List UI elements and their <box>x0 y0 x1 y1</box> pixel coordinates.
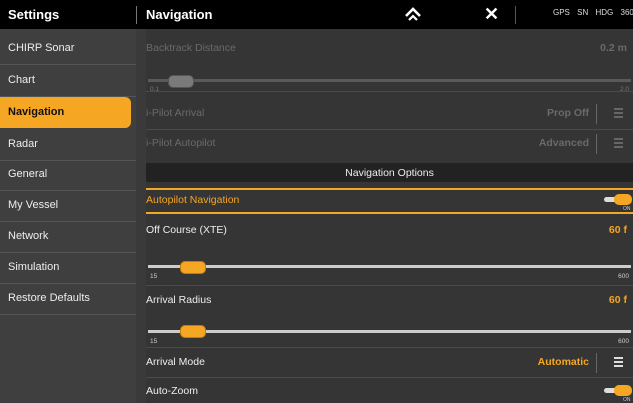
sidebar-item-label: Simulation <box>8 261 60 273</box>
menu-icon[interactable] <box>614 108 626 118</box>
sidebar-item-network[interactable]: Network <box>0 221 136 253</box>
arrival-mode-value: Automatic <box>537 356 589 368</box>
sidebar-item-navigation[interactable]: Navigation <box>0 97 131 128</box>
header-divider-2 <box>515 6 516 24</box>
row-divider <box>596 134 597 154</box>
sidebar-item-label: My Vessel <box>8 199 59 211</box>
arrival-radius-label: Arrival Radius <box>146 294 212 306</box>
arrival-radius-row: Arrival Radius 60 f 15 600 <box>146 285 633 348</box>
autopilot-navigation-toggle[interactable]: ON <box>604 194 632 212</box>
top-bar: Settings Navigation ✕ GPS SN HDG 360 ● <box>0 0 633 29</box>
arrival-radius-min: 15 <box>150 338 158 345</box>
backtrack-max: 2.0 <box>619 86 629 93</box>
autopilot-navigation-row[interactable]: Autopilot Navigation ON <box>146 190 633 212</box>
off-course-slider-thumb[interactable] <box>180 261 206 274</box>
sidebar-item-simulation[interactable]: Simulation <box>0 252 136 284</box>
sonar-icon: SN <box>577 8 589 17</box>
ipilot-autopilot-label: i-Pilot Autopilot <box>146 137 216 149</box>
sidebar-item-my-vessel[interactable]: My Vessel <box>0 190 136 222</box>
sidebar-item-chirp-sonar[interactable]: CHIRP Sonar <box>0 33 136 65</box>
backtrack-slider-thumb[interactable] <box>168 75 194 88</box>
arrival-radius-max: 600 <box>618 338 629 345</box>
home-icon[interactable] <box>403 5 423 23</box>
off-course-label: Off Course (XTE) <box>146 224 227 236</box>
sidebar-item-label: CHIRP Sonar <box>8 42 75 54</box>
close-icon[interactable]: ✕ <box>484 4 499 24</box>
sidebar-item-label: Restore Defaults <box>8 292 90 304</box>
360-icon: 360 <box>620 8 633 17</box>
toggle-on-label: ON <box>623 397 631 403</box>
sidebar: CHIRP Sonar Chart Navigation Radar Gener… <box>0 29 136 403</box>
arrival-mode-label: Arrival Mode <box>146 356 205 368</box>
section-header: Navigation Options <box>146 163 633 182</box>
menu-icon[interactable] <box>614 138 626 148</box>
heading-icon: HDG <box>595 8 614 17</box>
section-title: Navigation Options <box>345 167 434 179</box>
sidebar-item-label: Chart <box>8 74 35 86</box>
off-course-value: 60 f <box>608 224 627 236</box>
status-icons: GPS SN HDG 360 ● <box>553 8 633 17</box>
page-title: Navigation <box>146 7 213 22</box>
off-course-slider-track[interactable] <box>148 265 631 268</box>
auto-zoom-toggle[interactable]: ON <box>604 385 632 403</box>
row-divider <box>596 353 597 373</box>
sidebar-item-label: Network <box>8 230 49 242</box>
backtrack-distance-label: Backtrack Distance <box>146 42 236 54</box>
backtrack-min: 0.1 <box>150 86 160 93</box>
arrival-radius-slider-track[interactable] <box>148 330 631 333</box>
ipilot-arrival-label: i-Pilot Arrival <box>146 107 205 119</box>
ipilot-arrival-row[interactable]: i-Pilot Arrival Prop Off <box>146 99 633 130</box>
sidebar-item-label: Navigation <box>8 106 65 118</box>
arrival-mode-row[interactable]: Arrival Mode Automatic <box>146 349 633 378</box>
backtrack-distance-value: 0.2 m <box>600 42 627 54</box>
sidebar-item-label: Radar <box>8 138 38 150</box>
off-course-min: 15 <box>150 273 158 280</box>
menu-icon[interactable] <box>614 357 626 367</box>
backtrack-distance-row: Backtrack Distance 0.2 m 0.1 2.0 <box>146 29 633 93</box>
arrival-radius-value: 60 f <box>608 294 627 306</box>
off-course-max: 600 <box>618 273 629 280</box>
gps-icon: GPS <box>553 8 570 17</box>
selection-bottom-line <box>146 212 633 214</box>
main-panel: Backtrack Distance 0.2 m 0.1 2.0 i-Pilot… <box>146 29 633 403</box>
autopilot-navigation-label: Autopilot Navigation <box>146 194 240 206</box>
backtrack-slider-track[interactable] <box>148 79 631 82</box>
header-divider <box>136 6 137 24</box>
sidebar-item-restore-defaults[interactable]: Restore Defaults <box>0 283 136 315</box>
auto-zoom-label: Auto-Zoom <box>146 385 198 397</box>
sidebar-item-general[interactable]: General <box>0 159 136 191</box>
ipilot-autopilot-row[interactable]: i-Pilot Autopilot Advanced <box>146 129 633 159</box>
ipilot-autopilot-value: Advanced <box>538 137 589 149</box>
sidebar-item-radar[interactable]: Radar <box>0 129 136 161</box>
sidebar-item-label: General <box>8 168 48 180</box>
auto-zoom-row[interactable]: Auto-Zoom ON <box>146 379 633 403</box>
row-divider <box>596 104 597 124</box>
off-course-row: Off Course (XTE) 60 f 15 600 <box>146 215 633 286</box>
settings-title: Settings <box>8 7 60 22</box>
arrival-radius-slider-thumb[interactable] <box>180 325 206 338</box>
sidebar-item-chart[interactable]: Chart <box>0 65 136 97</box>
ipilot-arrival-value: Prop Off <box>547 107 589 119</box>
